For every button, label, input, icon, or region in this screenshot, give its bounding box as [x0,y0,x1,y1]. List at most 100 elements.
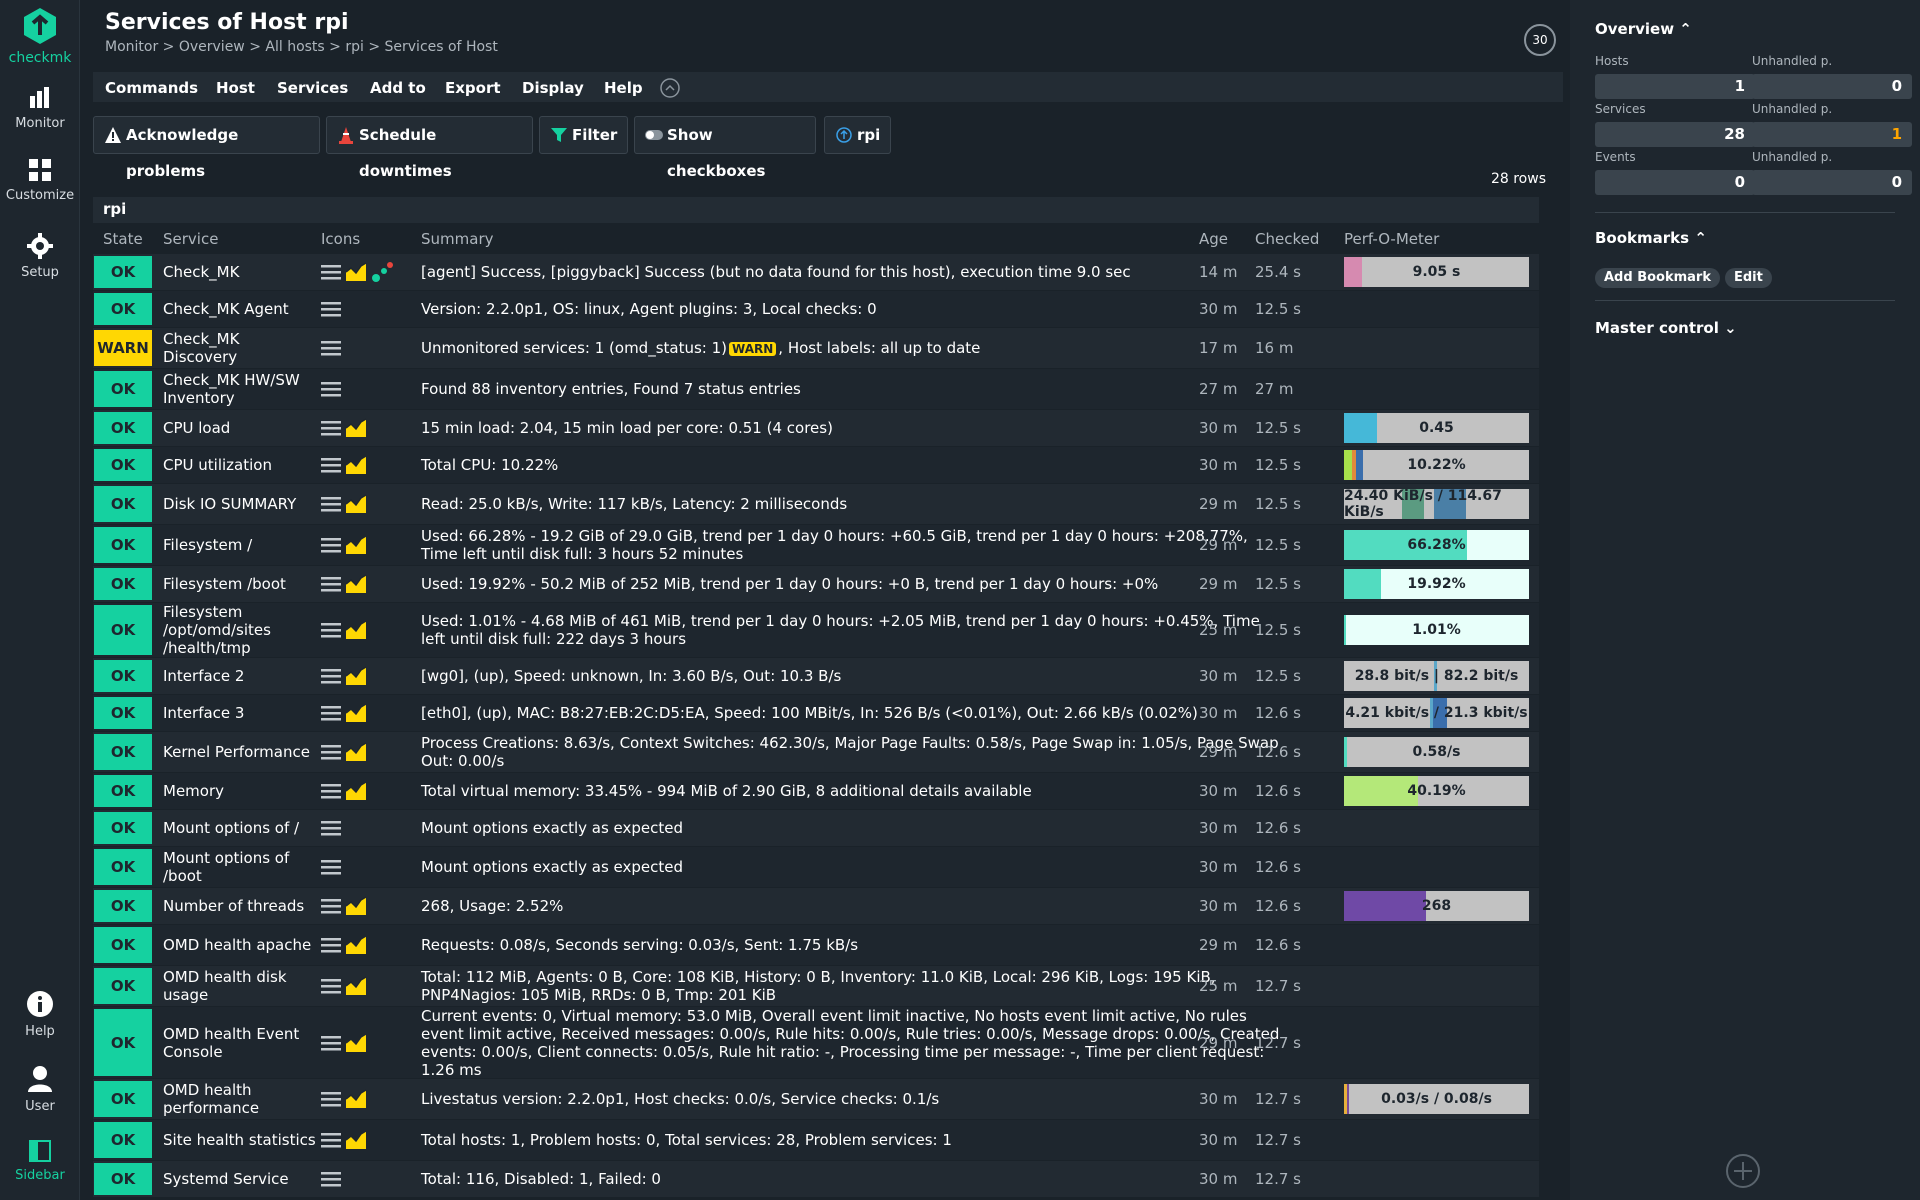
filter-button[interactable]: Filter [539,116,628,154]
nav-sidebar[interactable]: Sidebar [0,1140,80,1183]
show-checkboxes-button[interactable]: Show checkboxes [634,116,816,180]
menu-help[interactable]: Help [604,79,643,97]
menu-icon[interactable] [321,537,341,553]
status-badge[interactable]: OK [94,697,152,729]
service-name[interactable]: Check_MK Agent [163,291,318,327]
service-name[interactable]: Check_MK HW/SW Inventory [163,369,318,409]
status-badge[interactable]: OK [94,775,152,807]
graph-icon[interactable] [345,620,367,640]
table-row[interactable]: OK Filesystem / Used: 66.28% - 19.2 GiB of… [93,524,1539,565]
perf-o-meter[interactable]: 40.19% [1344,776,1529,806]
status-badge[interactable]: OK [94,968,152,1004]
status-badge[interactable]: OK [94,1009,152,1076]
events-count[interactable]: 0 [1595,170,1755,195]
menu-icon[interactable] [321,420,341,436]
nav-help[interactable]: Help [0,990,80,1039]
status-badge[interactable]: OK [94,927,152,963]
col-service[interactable]: Service [163,230,218,248]
status-badge[interactable]: OK [94,812,152,844]
service-name[interactable]: Systemd Service [163,1161,318,1197]
table-row[interactable]: OK Kernel Performance Process Creations: 8… [93,731,1539,772]
nav-setup[interactable]: Setup [0,233,80,280]
menu-icon[interactable] [321,381,341,397]
service-name[interactable]: OMD health performance [163,1079,318,1119]
status-badge[interactable]: OK [94,527,152,563]
services-unhandled-count[interactable]: 1 [1752,122,1912,147]
graph-icon[interactable] [345,666,367,686]
col-icons[interactable]: Icons [321,230,360,248]
table-row[interactable]: OK Check_MK Agent Version: 2.2.0p1, OS: li… [93,290,1539,327]
nav-user[interactable]: User [0,1065,80,1114]
breadcrumb[interactable]: Monitor > Overview > All hosts > rpi > S… [105,39,498,55]
col-summary[interactable]: Summary [421,230,494,248]
perf-o-meter[interactable]: 4.21 kbit/s / 21.3 kbit/s [1344,698,1529,728]
service-name[interactable]: Disk IO SUMMARY [163,484,318,524]
col-age[interactable]: Age [1199,230,1228,248]
service-name[interactable]: Check_MK [163,254,318,290]
service-name[interactable]: Filesystem / [163,525,318,565]
graph-icon[interactable] [345,1130,367,1150]
menu-export[interactable]: Export [445,79,501,97]
hosts-unhandled-count[interactable]: 0 [1752,74,1912,99]
graph-icon[interactable] [345,535,367,555]
table-row[interactable]: OK OMD health apache Requests: 0.08/s, Sec… [93,924,1539,965]
graph-icon[interactable] [345,418,367,438]
services-count[interactable]: 28 [1595,122,1755,147]
service-name[interactable]: Site health statistics [163,1120,318,1160]
status-badge[interactable]: OK [94,371,152,407]
checkmk-logo[interactable]: checkmk [0,6,80,66]
nav-monitor[interactable]: Monitor [0,86,80,131]
menu-icon[interactable] [321,340,341,356]
table-row[interactable]: OK Disk IO SUMMARY Read: 25.0 kB/s, Write:… [93,483,1539,524]
status-badge[interactable]: OK [94,449,152,481]
menu-icon[interactable] [321,978,341,994]
service-name[interactable]: Check_MK Discovery [163,328,318,368]
table-row[interactable]: OK Mount options of /boot Mount options ex… [93,846,1539,887]
table-row[interactable]: OK Mount options of / Mount options exactl… [93,809,1539,846]
status-badge[interactable]: OK [94,256,152,288]
table-row[interactable]: WARN Check_MK Discovery Unmonitored servic… [93,327,1539,368]
status-badge[interactable]: OK [94,605,152,655]
service-name[interactable]: Kernel Performance [163,732,318,772]
service-name[interactable]: Memory [163,773,318,809]
menu-icon[interactable] [321,1171,341,1187]
perf-o-meter[interactable]: 19.92% [1344,569,1529,599]
graph-icon[interactable] [345,781,367,801]
perf-o-meter[interactable]: 268 [1344,891,1529,921]
service-name[interactable]: OMD health Event Console [163,1007,318,1078]
service-name[interactable]: Interface 2 [163,658,318,694]
status-badge[interactable]: OK [94,734,152,770]
perf-o-meter[interactable]: 0.03/s / 0.08/s [1344,1084,1529,1114]
menu-icon[interactable] [321,576,341,592]
perf-o-meter[interactable]: 9.05 s [1344,257,1529,287]
bookmarks-header[interactable]: Bookmarks ⌃ [1595,229,1707,247]
acknowledge-problems-button[interactable]: Acknowledge problems [93,116,320,180]
table-row[interactable]: OK Check_MK HW/SW Inventory Found 88 inven… [93,368,1539,409]
perf-o-meter[interactable]: 24.40 KiB/s / 114.67 KiB/s [1344,489,1529,519]
table-row[interactable]: OK CPU load 15 min load: 2.04, 15 min load… [93,409,1539,446]
service-name[interactable]: Interface 3 [163,695,318,731]
status-badge[interactable]: OK [94,412,152,444]
menu-icon[interactable] [321,937,341,953]
graph-icon[interactable] [345,1089,367,1109]
service-name[interactable]: Filesystem /boot [163,566,318,602]
perf-o-meter[interactable]: 0.45 [1344,413,1529,443]
table-row[interactable]: OK Filesystem /boot Used: 19.92% - 50.2 Mi… [93,565,1539,602]
service-name[interactable]: Mount options of / [163,810,318,846]
menu-icon[interactable] [321,705,341,721]
table-row[interactable]: OK Memory Total virtual memory: 33.45% - 9… [93,772,1539,809]
table-row[interactable]: OK CPU utilization Total CPU: 10.22% 30 m 12… [93,446,1539,483]
table-row[interactable]: OK OMD health Event Console Current events… [93,1006,1539,1079]
table-row[interactable]: OK OMD health disk usage Total: 112 MiB, A… [93,965,1539,1006]
col-perf[interactable]: Perf-O-Meter [1344,230,1439,248]
table-row[interactable]: OK Check_MK [agent] Success, [piggyback] S… [93,253,1539,290]
col-checked[interactable]: Checked [1255,230,1319,248]
status-badge[interactable]: OK [94,1163,152,1195]
perf-o-meter[interactable]: 1.01% [1344,615,1529,645]
table-row[interactable]: OK Systemd Service Total: 116, Disabled: 1… [93,1160,1539,1197]
status-badge[interactable]: OK [94,486,152,522]
table-row[interactable]: OK Filesystem /opt/omd/sites /health/tmp U… [93,602,1539,657]
table-row[interactable]: OK Site health statistics Total hosts: 1, … [93,1119,1539,1160]
table-row[interactable]: OK OMD health performance Livestatus versi… [93,1078,1539,1119]
edit-bookmarks-button[interactable]: Edit [1725,268,1772,288]
